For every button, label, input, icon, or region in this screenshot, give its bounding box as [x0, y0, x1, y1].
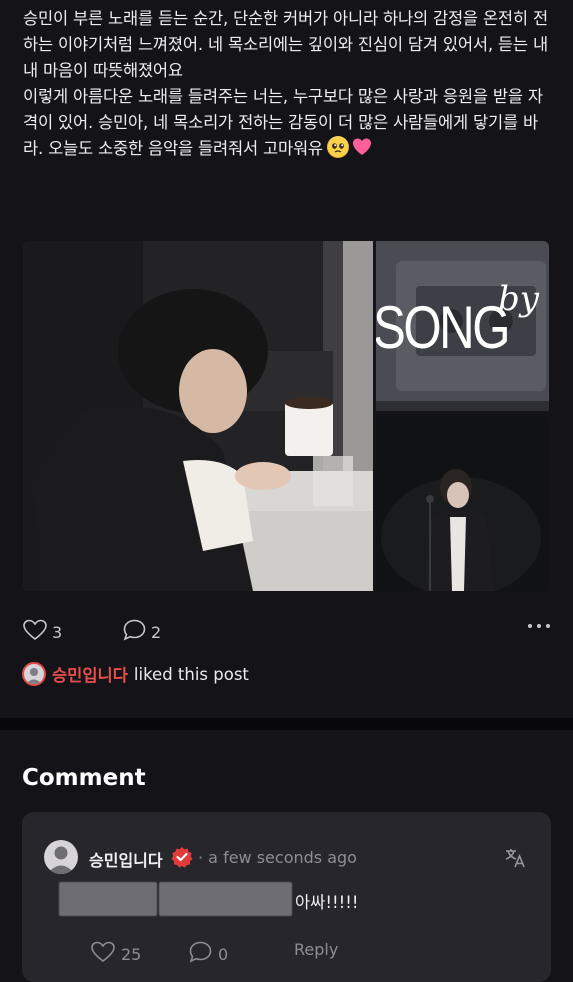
reply-button[interactable]: Reply	[294, 940, 338, 959]
liked-by-name[interactable]: 승민입니다	[52, 662, 128, 686]
verified-badge-icon	[171, 846, 193, 868]
comment-actions: 25 0 Reply	[90, 940, 550, 964]
comment-bubble-icon	[188, 940, 213, 968]
comment-reply-count: 0	[218, 944, 229, 964]
redacted-sticker	[59, 882, 157, 916]
avatar[interactable]	[22, 662, 46, 686]
comment-text: 아싸!!!!!	[295, 893, 359, 912]
post-emojis	[326, 136, 373, 158]
redacted-sticker	[159, 882, 292, 916]
comment-button[interactable]: 2	[122, 618, 161, 646]
post-image-gallery[interactable]: SONG by	[23, 241, 549, 591]
liked-by-row: 승민입니다 liked this post	[22, 662, 249, 686]
comment-timestamp: · a few seconds ago	[198, 848, 357, 867]
comment-count: 2	[151, 622, 162, 642]
pleading-face-icon	[326, 136, 349, 158]
comment-like-count: 25	[121, 944, 142, 964]
pink-heart-icon	[351, 136, 373, 158]
comment-author[interactable]: 승민입니다	[89, 847, 163, 871]
photo-song-cassette[interactable]: SONG by	[376, 241, 549, 411]
post-body-text: 승민이 부른 노래를 듣는 순간, 단순한 커버가 아니라 하나의 감정을 온전…	[23, 9, 548, 158]
avatar[interactable]	[44, 840, 78, 874]
photo-man-microphone[interactable]	[376, 417, 549, 591]
translate-icon[interactable]	[503, 846, 527, 870]
section-divider	[0, 718, 573, 730]
more-options-icon[interactable]	[528, 624, 550, 628]
post-actions: 3 2	[22, 618, 550, 644]
reply-label: Reply	[294, 940, 339, 959]
photo-man-signing[interactable]	[23, 241, 373, 591]
heart-icon	[90, 940, 116, 968]
comment-bubble-icon	[122, 618, 147, 646]
comments-heading: Comment	[22, 765, 146, 791]
song-script-text: by	[498, 279, 539, 319]
like-button[interactable]: 3	[22, 618, 62, 646]
post-body: 승민이 부른 노래를 듣는 순간, 단순한 커버가 아니라 하나의 감정을 온전…	[23, 6, 553, 162]
comment-card: 승민입니다 · a few seconds ago 아싸!!!!! 25 0 R…	[22, 812, 551, 982]
heart-icon	[22, 618, 48, 646]
comment-reply-count-button[interactable]: 0	[188, 940, 228, 968]
liked-by-suffix: liked this post	[133, 664, 249, 684]
like-count: 3	[52, 622, 63, 642]
comment-like-button[interactable]: 25	[90, 940, 141, 968]
song-title-text: SONG	[376, 294, 511, 361]
